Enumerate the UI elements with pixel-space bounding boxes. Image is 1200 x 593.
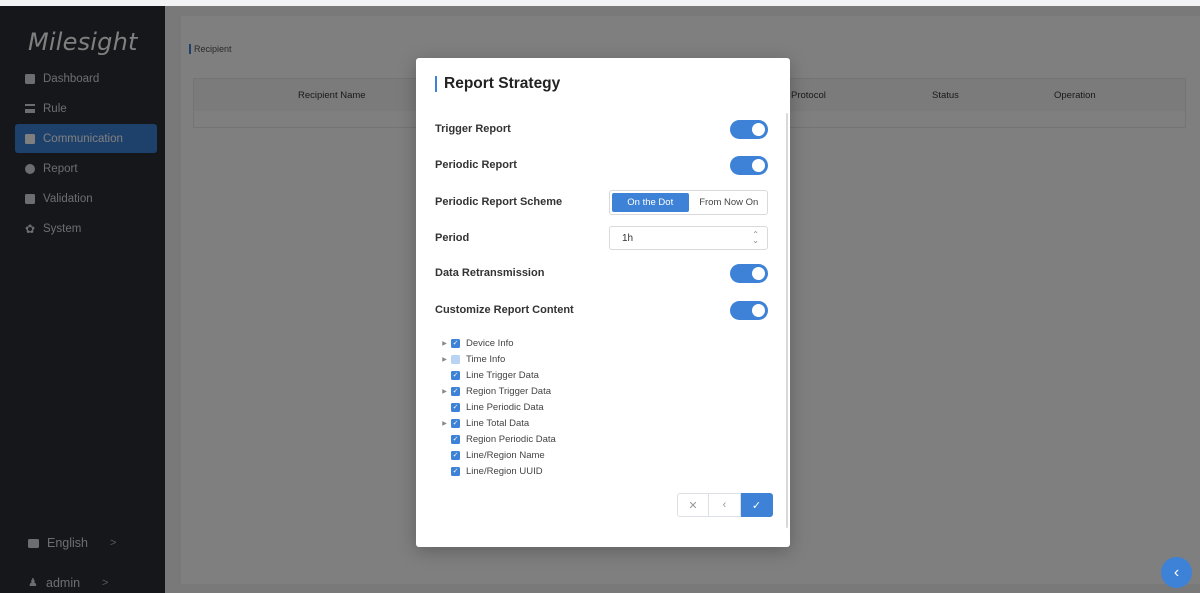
report-content-tree: ▶ ✓ Device Info ▶ Time Info ✓ Line Trigg… [438, 335, 758, 479]
customize-report-content-toggle[interactable] [730, 300, 768, 320]
customize-report-content-label: Customize Report Content [435, 304, 574, 316]
back-button[interactable]: ‹ [709, 493, 741, 517]
tree-item-label: Line Trigger Data [466, 369, 539, 381]
tree-item-line-trigger-data: ✓ Line Trigger Data [438, 367, 758, 383]
scheme-option-from-now-on[interactable]: From Now On [691, 191, 768, 214]
checkbox-checked-icon[interactable]: ✓ [451, 386, 460, 396]
tree-item-region-trigger-data: ▶ ✓ Region Trigger Data [438, 383, 758, 399]
period-select[interactable]: 1h ⌃ ⌄ [609, 226, 768, 250]
tree-item-label: Line/Region Name [466, 449, 545, 461]
period-label: Period [435, 232, 470, 244]
checkbox-checked-icon[interactable]: ✓ [451, 466, 460, 476]
tree-item-label: Time Info [466, 353, 506, 365]
tree-item-label: Line/Region UUID [466, 465, 543, 477]
period-value: 1h [622, 232, 634, 244]
caret-right-icon[interactable]: ▶ [438, 356, 451, 363]
confirm-button[interactable]: ✓ [741, 493, 773, 517]
tree-item-label: Line Total Data [466, 417, 530, 429]
tree-item-line-region-name: ✓ Line/Region Name [438, 447, 758, 463]
periodic-report-scheme-label: Periodic Report Scheme [435, 196, 563, 208]
chevron-left-icon: ‹ [722, 499, 727, 511]
checkbox-partial-icon[interactable] [451, 354, 460, 364]
tree-item-line-periodic-data: ✓ Line Periodic Data [438, 399, 758, 415]
checkbox-checked-icon[interactable]: ✓ [451, 402, 460, 412]
tree-item-time-info: ▶ Time Info [438, 351, 758, 367]
trigger-report-label: Trigger Report [435, 123, 511, 135]
periodic-report-label: Periodic Report [435, 159, 517, 171]
tree-item-label: Region Trigger Data [466, 385, 552, 397]
tree-item-device-info: ▶ ✓ Device Info [438, 335, 758, 351]
checkbox-checked-icon[interactable]: ✓ [451, 434, 460, 444]
tree-item-label: Line Periodic Data [466, 401, 544, 413]
report-strategy-modal: Report Strategy Trigger Report Periodic … [416, 58, 790, 547]
tree-item-line-total-data: ▶ ✓ Line Total Data [438, 415, 758, 431]
data-retransmission-toggle[interactable] [730, 263, 768, 283]
close-icon: ✕ [688, 499, 698, 512]
tree-item-label: Device Info [466, 337, 514, 349]
customize-report-content-row: Customize Report Content [435, 298, 768, 322]
modal-actions: ✕ ‹ ✓ [677, 493, 773, 517]
checkbox-checked-icon[interactable]: ✓ [451, 450, 460, 460]
scheme-option-on-the-dot[interactable]: On the Dot [612, 192, 689, 212]
modal-scrollbar[interactable] [786, 113, 788, 528]
tree-item-region-periodic-data: ✓ Region Periodic Data [438, 431, 758, 447]
caret-right-icon[interactable]: ▶ [438, 340, 451, 347]
chevron-left-icon: ‹ [1173, 563, 1180, 581]
checkbox-checked-icon[interactable]: ✓ [451, 370, 460, 380]
tree-item-label: Region Periodic Data [466, 433, 556, 445]
checkbox-checked-icon[interactable]: ✓ [451, 338, 460, 348]
caret-right-icon[interactable]: ▶ [438, 388, 451, 395]
tree-item-line-region-uuid: ✓ Line/Region UUID [438, 463, 758, 479]
close-button[interactable]: ✕ [677, 493, 709, 517]
collapse-button[interactable]: ‹ [1161, 557, 1192, 588]
period-row: Period 1h ⌃ ⌄ [435, 226, 768, 250]
checkbox-checked-icon[interactable]: ✓ [451, 418, 460, 428]
periodic-report-scheme-row: Periodic Report Scheme On the Dot From N… [435, 189, 768, 215]
periodic-report-toggle[interactable] [730, 155, 768, 175]
periodic-report-row: Periodic Report [435, 153, 768, 177]
trigger-report-row: Trigger Report [435, 117, 768, 141]
app-frame: Recipient Recipient Name Protocol Status… [0, 0, 1200, 593]
scheme-segmented-control: On the Dot From Now On [609, 189, 768, 215]
modal-title: Report Strategy [435, 76, 560, 92]
caret-right-icon[interactable]: ▶ [438, 420, 451, 427]
data-retransmission-label: Data Retransmission [435, 267, 545, 279]
up-down-icon: ⌃ ⌄ [752, 230, 759, 245]
trigger-report-toggle[interactable] [730, 119, 768, 139]
data-retransmission-row: Data Retransmission [435, 261, 768, 285]
check-icon: ✓ [751, 499, 762, 512]
